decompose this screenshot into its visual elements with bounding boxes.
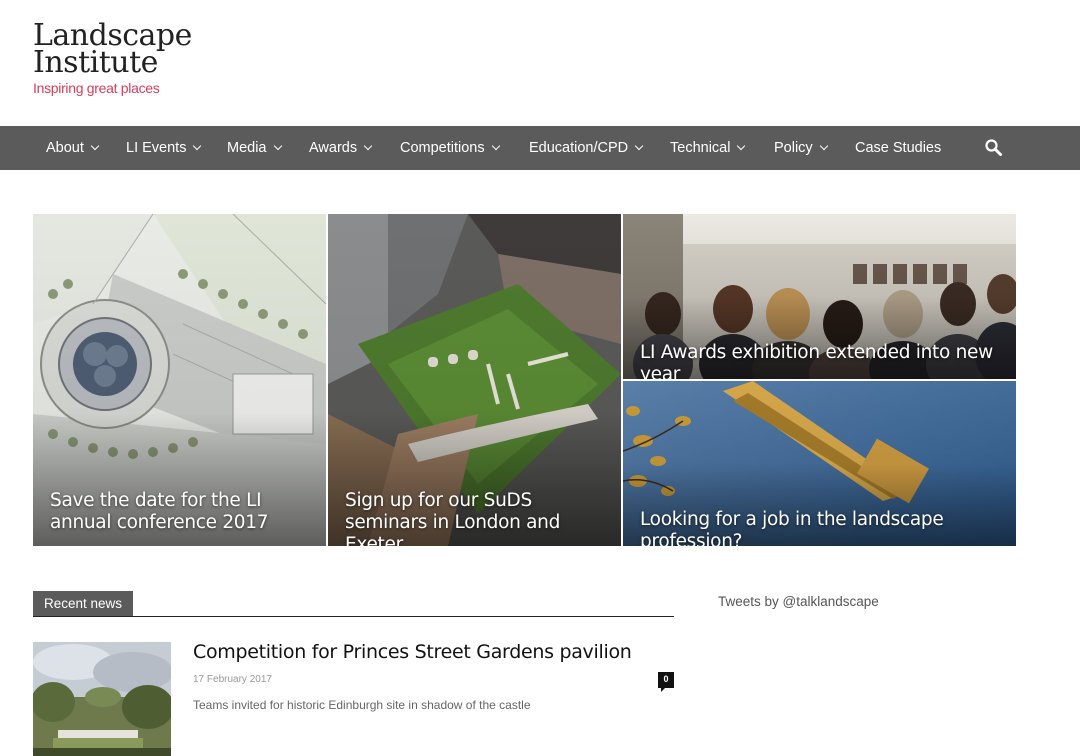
chevron-down-icon <box>90 141 100 151</box>
chevron-down-icon <box>634 141 644 151</box>
hero-caption: Sign up for our SuDS seminars in London … <box>345 490 561 546</box>
nav-item-li-events[interactable]: LI Events <box>126 126 202 170</box>
logo-line-2: Institute <box>33 45 158 80</box>
site-logo[interactable]: Landscape Institute Inspiring great plac… <box>33 21 233 97</box>
hero-tile-jobs[interactable]: Looking for a job in the landscape profe… <box>623 381 1016 546</box>
gardens-image <box>33 642 171 756</box>
nav-item-media[interactable]: Media <box>227 126 282 170</box>
hero-caption: Save the date for the LI annual conferen… <box>50 490 269 533</box>
nav-item-technical[interactable]: Technical <box>670 126 746 170</box>
search-button[interactable] <box>984 138 1004 158</box>
main-nav: About LI Events Media Awards Competition… <box>0 126 1080 170</box>
chevron-down-icon <box>491 141 500 151</box>
tweets-link[interactable]: Tweets by @talklandscape <box>718 594 879 609</box>
hero-tile-suds[interactable]: Sign up for our SuDS seminars in London … <box>328 214 621 546</box>
recent-news-header: Recent news <box>33 591 674 617</box>
recent-news-label: Recent news <box>33 591 134 616</box>
chevron-down-icon <box>737 141 746 151</box>
hero-caption: Looking for a job in the landscape profe… <box>640 509 944 546</box>
news-thumbnail[interactable] <box>33 642 171 756</box>
chevron-down-icon <box>363 141 373 151</box>
nav-item-competitions[interactable]: Competitions <box>400 126 500 170</box>
news-excerpt: Teams invited for historic Edinburgh sit… <box>193 698 531 712</box>
hero-tile-conference[interactable]: Save the date for the LI annual conferen… <box>33 214 326 546</box>
nav-item-about[interactable]: About <box>46 126 100 170</box>
nav-item-policy[interactable]: Policy <box>774 126 828 170</box>
logo-tagline: Inspiring great places <box>33 80 160 96</box>
news-date: 17 February 2017 <box>193 674 272 685</box>
nav-item-case-studies[interactable]: Case Studies <box>855 126 941 170</box>
chevron-down-icon <box>193 141 202 151</box>
search-icon <box>985 139 1002 156</box>
chevron-down-icon <box>273 141 282 151</box>
news-title[interactable]: Competition for Princes Street Gardens p… <box>193 641 632 663</box>
chevron-down-icon <box>819 141 828 151</box>
comment-count-badge[interactable]: 0 <box>658 672 674 692</box>
hero-caption: LI Awards exhibition extended into new y… <box>640 342 993 379</box>
nav-item-awards[interactable]: Awards <box>309 126 373 170</box>
hero-tile-awards-exhibition[interactable]: LI Awards exhibition extended into new y… <box>623 214 1016 379</box>
nav-item-education-cpd[interactable]: Education/CPD <box>529 126 644 170</box>
